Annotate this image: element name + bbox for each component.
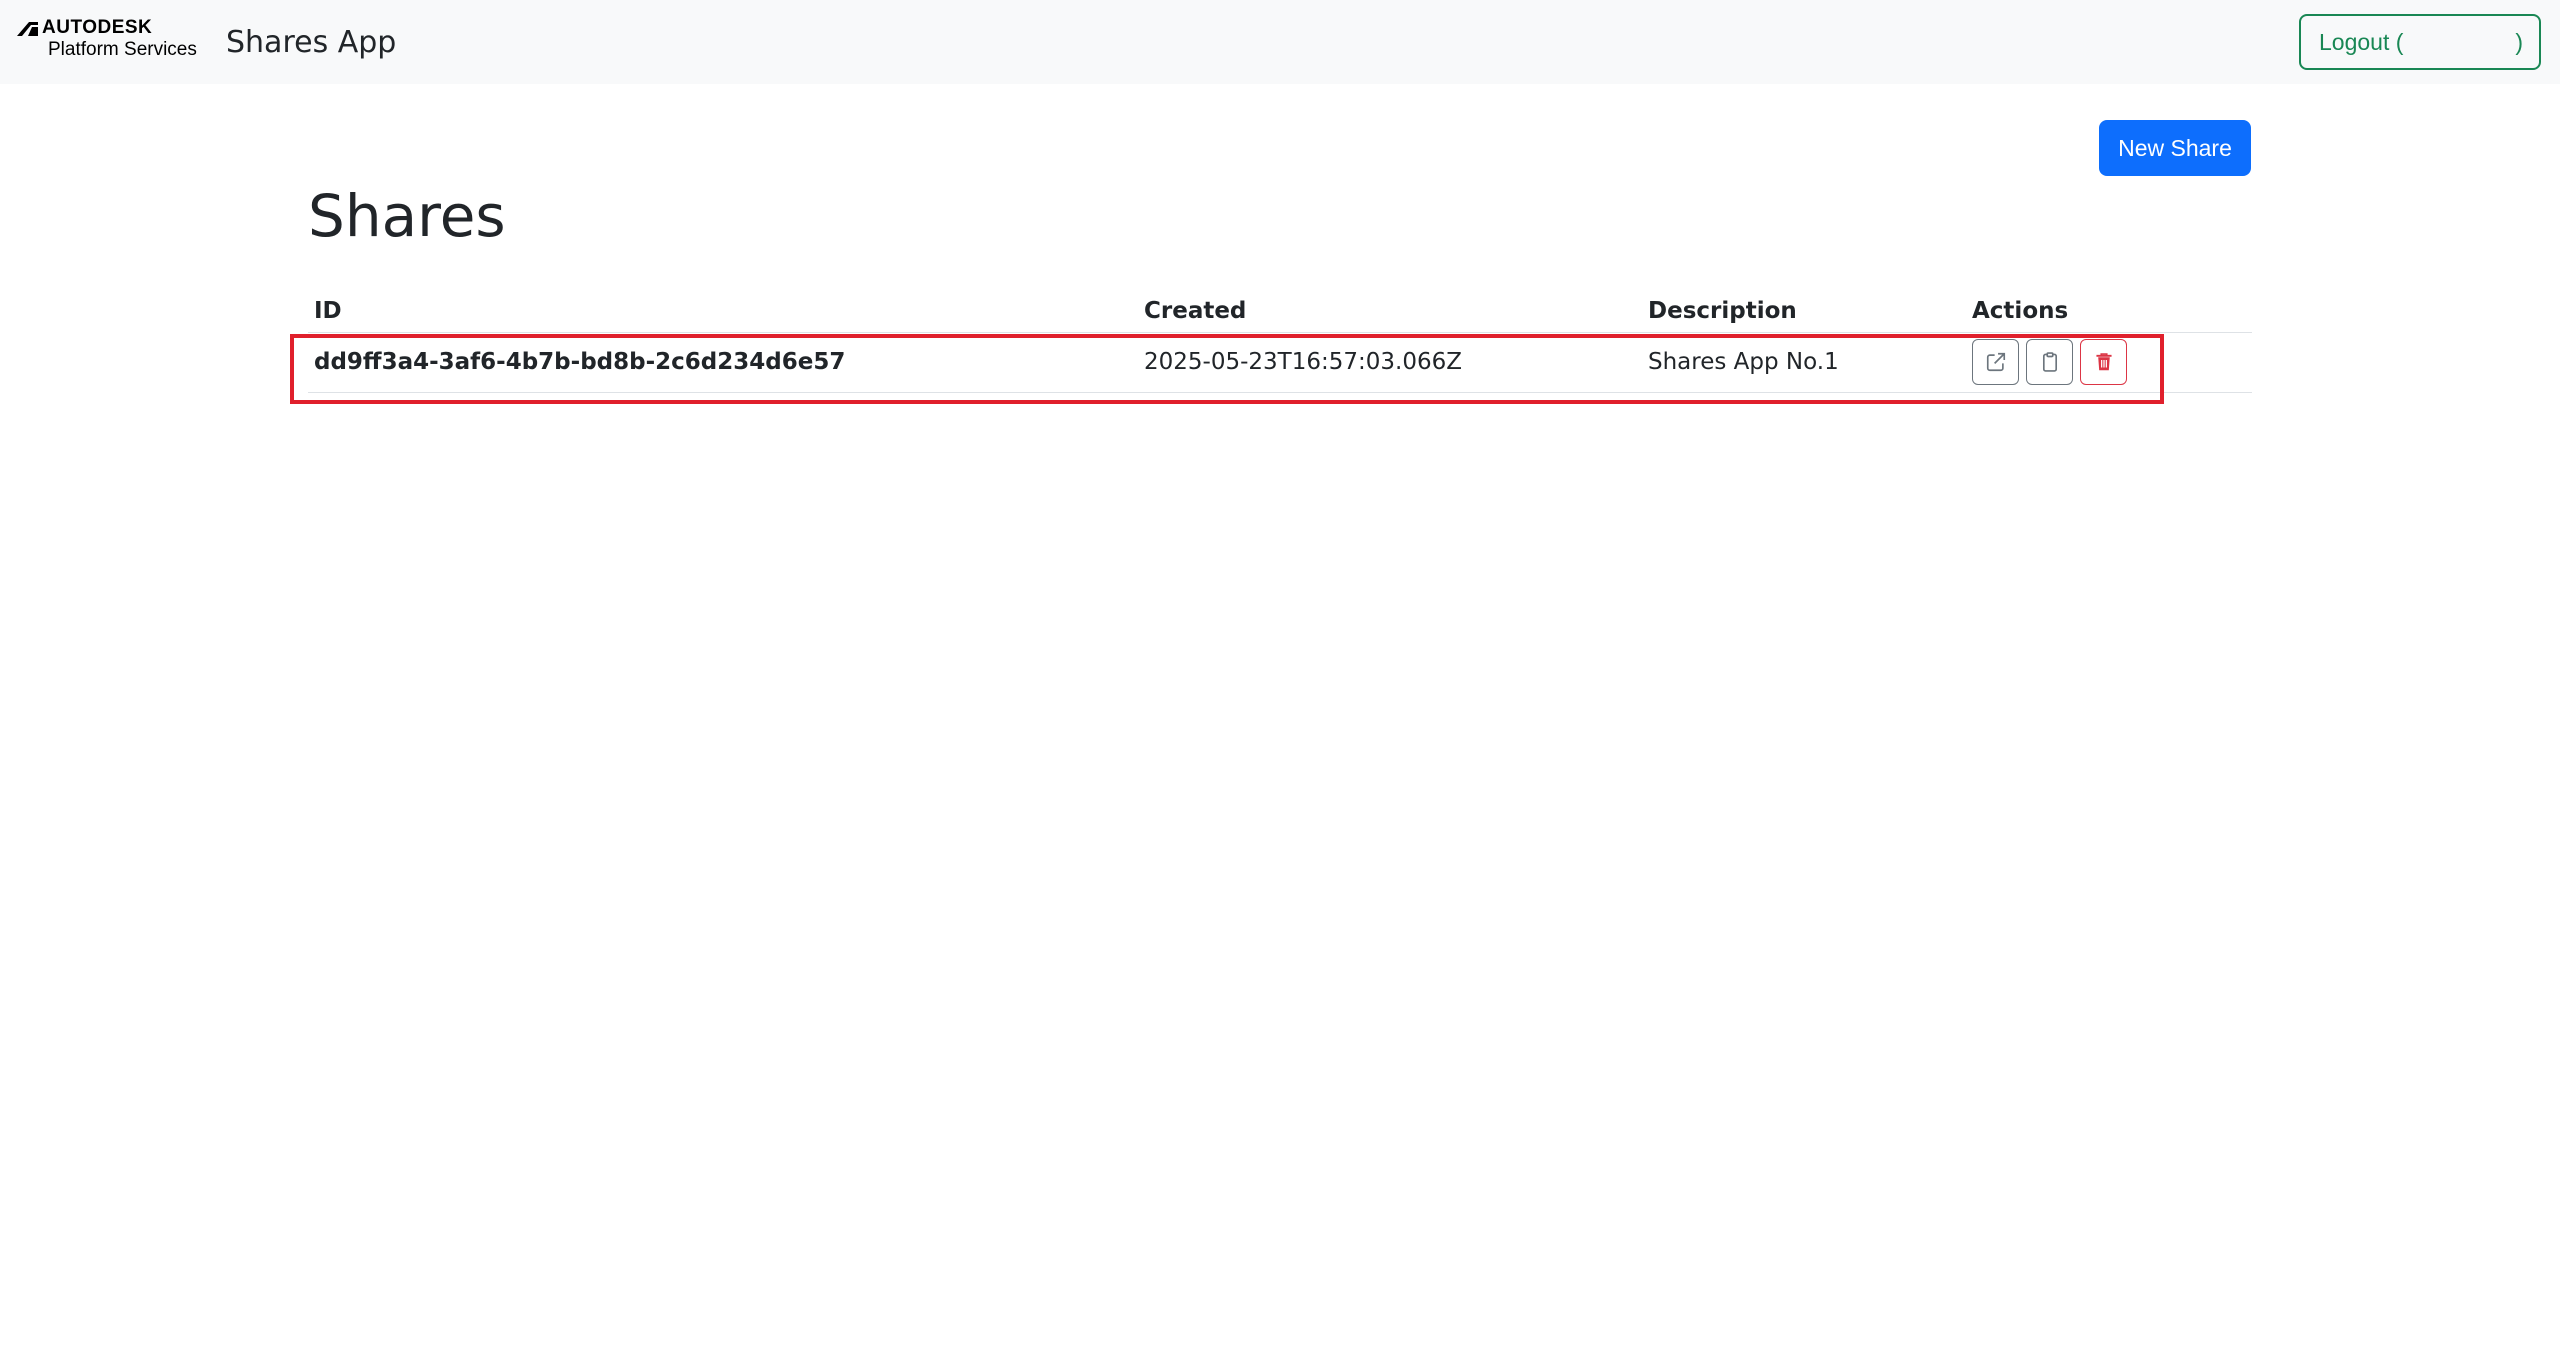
brand-subtitle: Platform Services <box>48 39 197 60</box>
share-description: Shares App No.1 <box>1642 332 1966 393</box>
header-description: Description <box>1642 290 1966 333</box>
page-title: Shares <box>308 182 506 250</box>
share-created: 2025-05-23T16:57:03.066Z <box>1138 332 1642 393</box>
copy-share-button[interactable] <box>2026 339 2073 385</box>
header-created: Created <box>1138 290 1642 333</box>
logout-suffix: ) <box>2515 28 2523 55</box>
header-actions: Actions <box>1966 290 2252 333</box>
autodesk-mark-icon <box>17 22 38 36</box>
table-row: dd9ff3a4-3af6-4b7b-bd8b-2c6d234d6e57 202… <box>308 332 2252 393</box>
shares-table: ID Created Description Actions dd9ff3a4-… <box>308 290 2252 393</box>
autodesk-logo[interactable]: AUTODESK Platform Services <box>17 18 197 62</box>
delete-share-button[interactable] <box>2080 339 2127 385</box>
clipboard-icon <box>2042 352 2057 372</box>
table-header-row: ID Created Description Actions <box>308 290 2252 333</box>
share-id: dd9ff3a4-3af6-4b7b-bd8b-2c6d234d6e57 <box>308 332 1138 393</box>
share-actions <box>1966 332 2252 393</box>
new-share-button[interactable]: New Share <box>2099 120 2251 176</box>
trash-icon <box>2095 353 2112 371</box>
header-id: ID <box>308 290 1138 333</box>
app-title[interactable]: Shares App <box>226 24 396 62</box>
external-link-icon <box>1986 352 2005 372</box>
logout-button[interactable]: Logout ( ) <box>2299 14 2541 70</box>
brand-name: AUTODESK <box>42 17 153 38</box>
open-share-button[interactable] <box>1972 339 2019 385</box>
navbar: AUTODESK Platform Services Shares App Lo… <box>0 0 2560 84</box>
logout-label: Logout ( <box>2319 28 2404 55</box>
